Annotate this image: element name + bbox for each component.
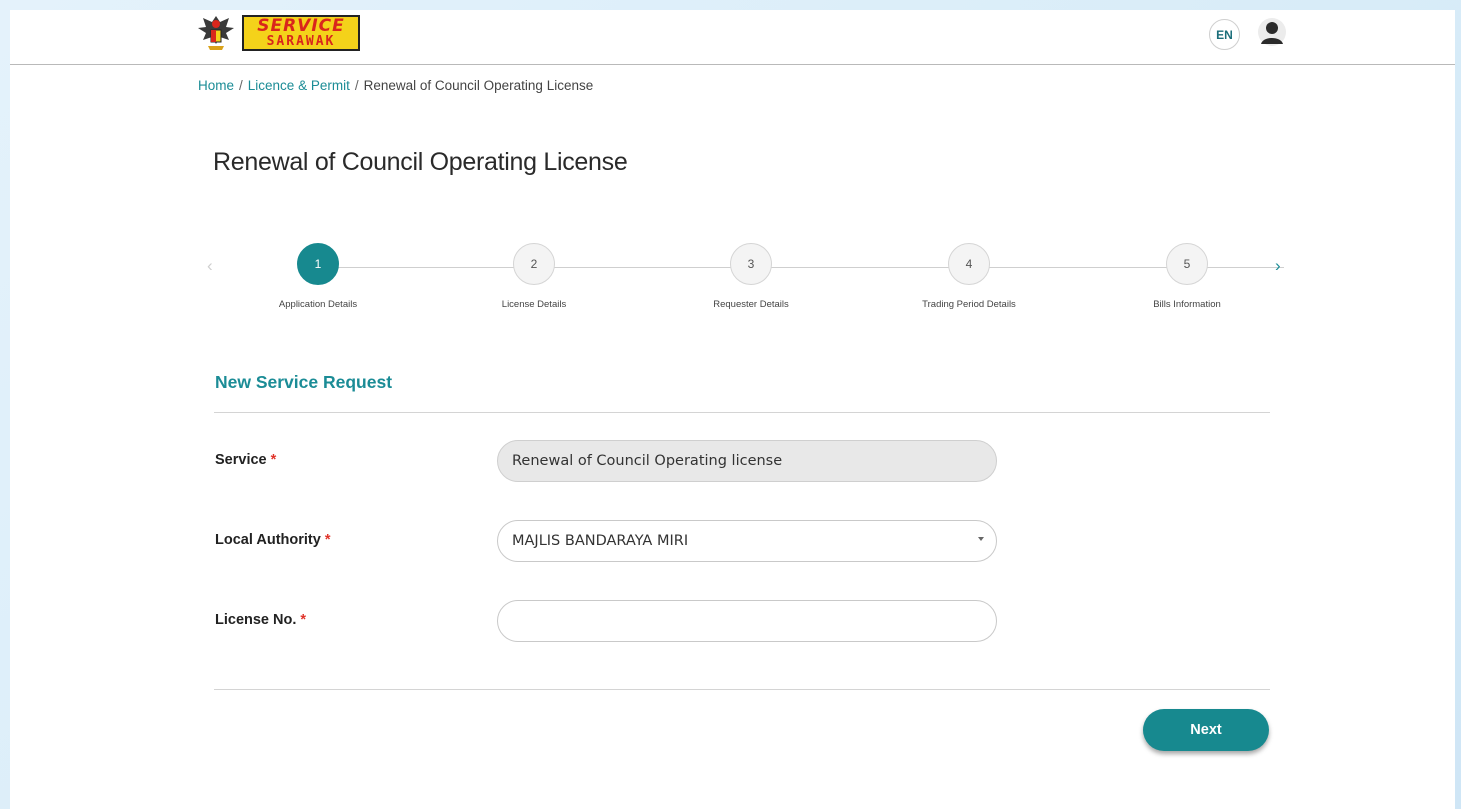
step-trading-period-details[interactable]: 4 Trading Period Details (899, 243, 1039, 310)
page-title: Renewal of Council Operating License (213, 148, 628, 176)
service-sarawak-logo[interactable]: SERVICE SARAWAK (196, 12, 360, 54)
step-number: 3 (730, 243, 772, 285)
service-field: Renewal of Council Operating license (497, 440, 997, 482)
top-header: SERVICE SARAWAK EN (10, 10, 1455, 65)
language-switch-button[interactable]: EN (1209, 19, 1240, 50)
next-button[interactable]: Next (1143, 709, 1269, 751)
step-label: Application Details (278, 299, 358, 310)
step-number: 1 (297, 243, 339, 285)
page-frame: SERVICE SARAWAK EN Home / Licence & Permit… (10, 10, 1455, 809)
step-requester-details[interactable]: 3 Requester Details (681, 243, 821, 310)
breadcrumb-current: Renewal of Council Operating License (363, 78, 594, 93)
section-title: New Service Request (215, 372, 393, 392)
step-number: 4 (948, 243, 990, 285)
license-no-row: License No. * (215, 600, 1015, 644)
step-label: Bills Information (1153, 299, 1221, 310)
breadcrumb-separator: / (239, 78, 243, 93)
section-divider (214, 412, 1270, 413)
caret-down-icon (978, 537, 984, 541)
breadcrumb-separator: / (354, 78, 359, 93)
step-application-details[interactable]: 1 Application Details (248, 243, 388, 310)
stepper-next-arrow-icon[interactable]: › (1275, 257, 1281, 274)
sarawak-crest-icon (198, 16, 234, 50)
local-authority-select[interactable]: MAJLIS BANDARAYA MIRI (497, 520, 997, 562)
required-marker: * (324, 532, 331, 548)
license-no-label: License No. * (215, 612, 307, 628)
breadcrumb-home-link[interactable]: Home (198, 78, 234, 93)
service-sarawak-wordmark: SERVICE SARAWAK (242, 15, 360, 51)
logo-line-sarawak: SARAWAK (266, 34, 336, 49)
breadcrumb-licence-link[interactable]: Licence & Permit (248, 78, 350, 93)
step-label: Trading Period Details (922, 299, 1016, 310)
user-avatar-icon[interactable] (1257, 17, 1287, 47)
local-authority-selected-value: MAJLIS BANDARAYA MIRI (512, 533, 689, 549)
step-number: 5 (1166, 243, 1208, 285)
logo-line-service: SERVICE (257, 16, 345, 36)
license-no-input[interactable] (497, 600, 997, 642)
step-bills-information[interactable]: 5 Bills Information (1117, 243, 1257, 310)
step-number: 2 (513, 243, 555, 285)
service-row: Service * Renewal of Council Operating l… (215, 440, 1015, 484)
local-authority-label: Local Authority * (215, 532, 331, 548)
breadcrumb: Home / Licence & Permit / Renewal of Council… (198, 78, 593, 93)
service-label: Service * (215, 452, 277, 468)
form-divider (214, 689, 1270, 690)
step-label: Requester Details (713, 299, 789, 310)
step-license-details[interactable]: 2 License Details (464, 243, 604, 310)
local-authority-row: Local Authority * MAJLIS BANDARAYA MIRI (215, 520, 1015, 564)
required-marker: * (270, 452, 277, 468)
progress-stepper: ‹ › 1 Application Details 2 License Deta… (200, 243, 1300, 323)
stepper-prev-arrow-icon[interactable]: ‹ (207, 257, 213, 274)
step-label: License Details (501, 299, 567, 310)
required-marker: * (300, 612, 307, 628)
